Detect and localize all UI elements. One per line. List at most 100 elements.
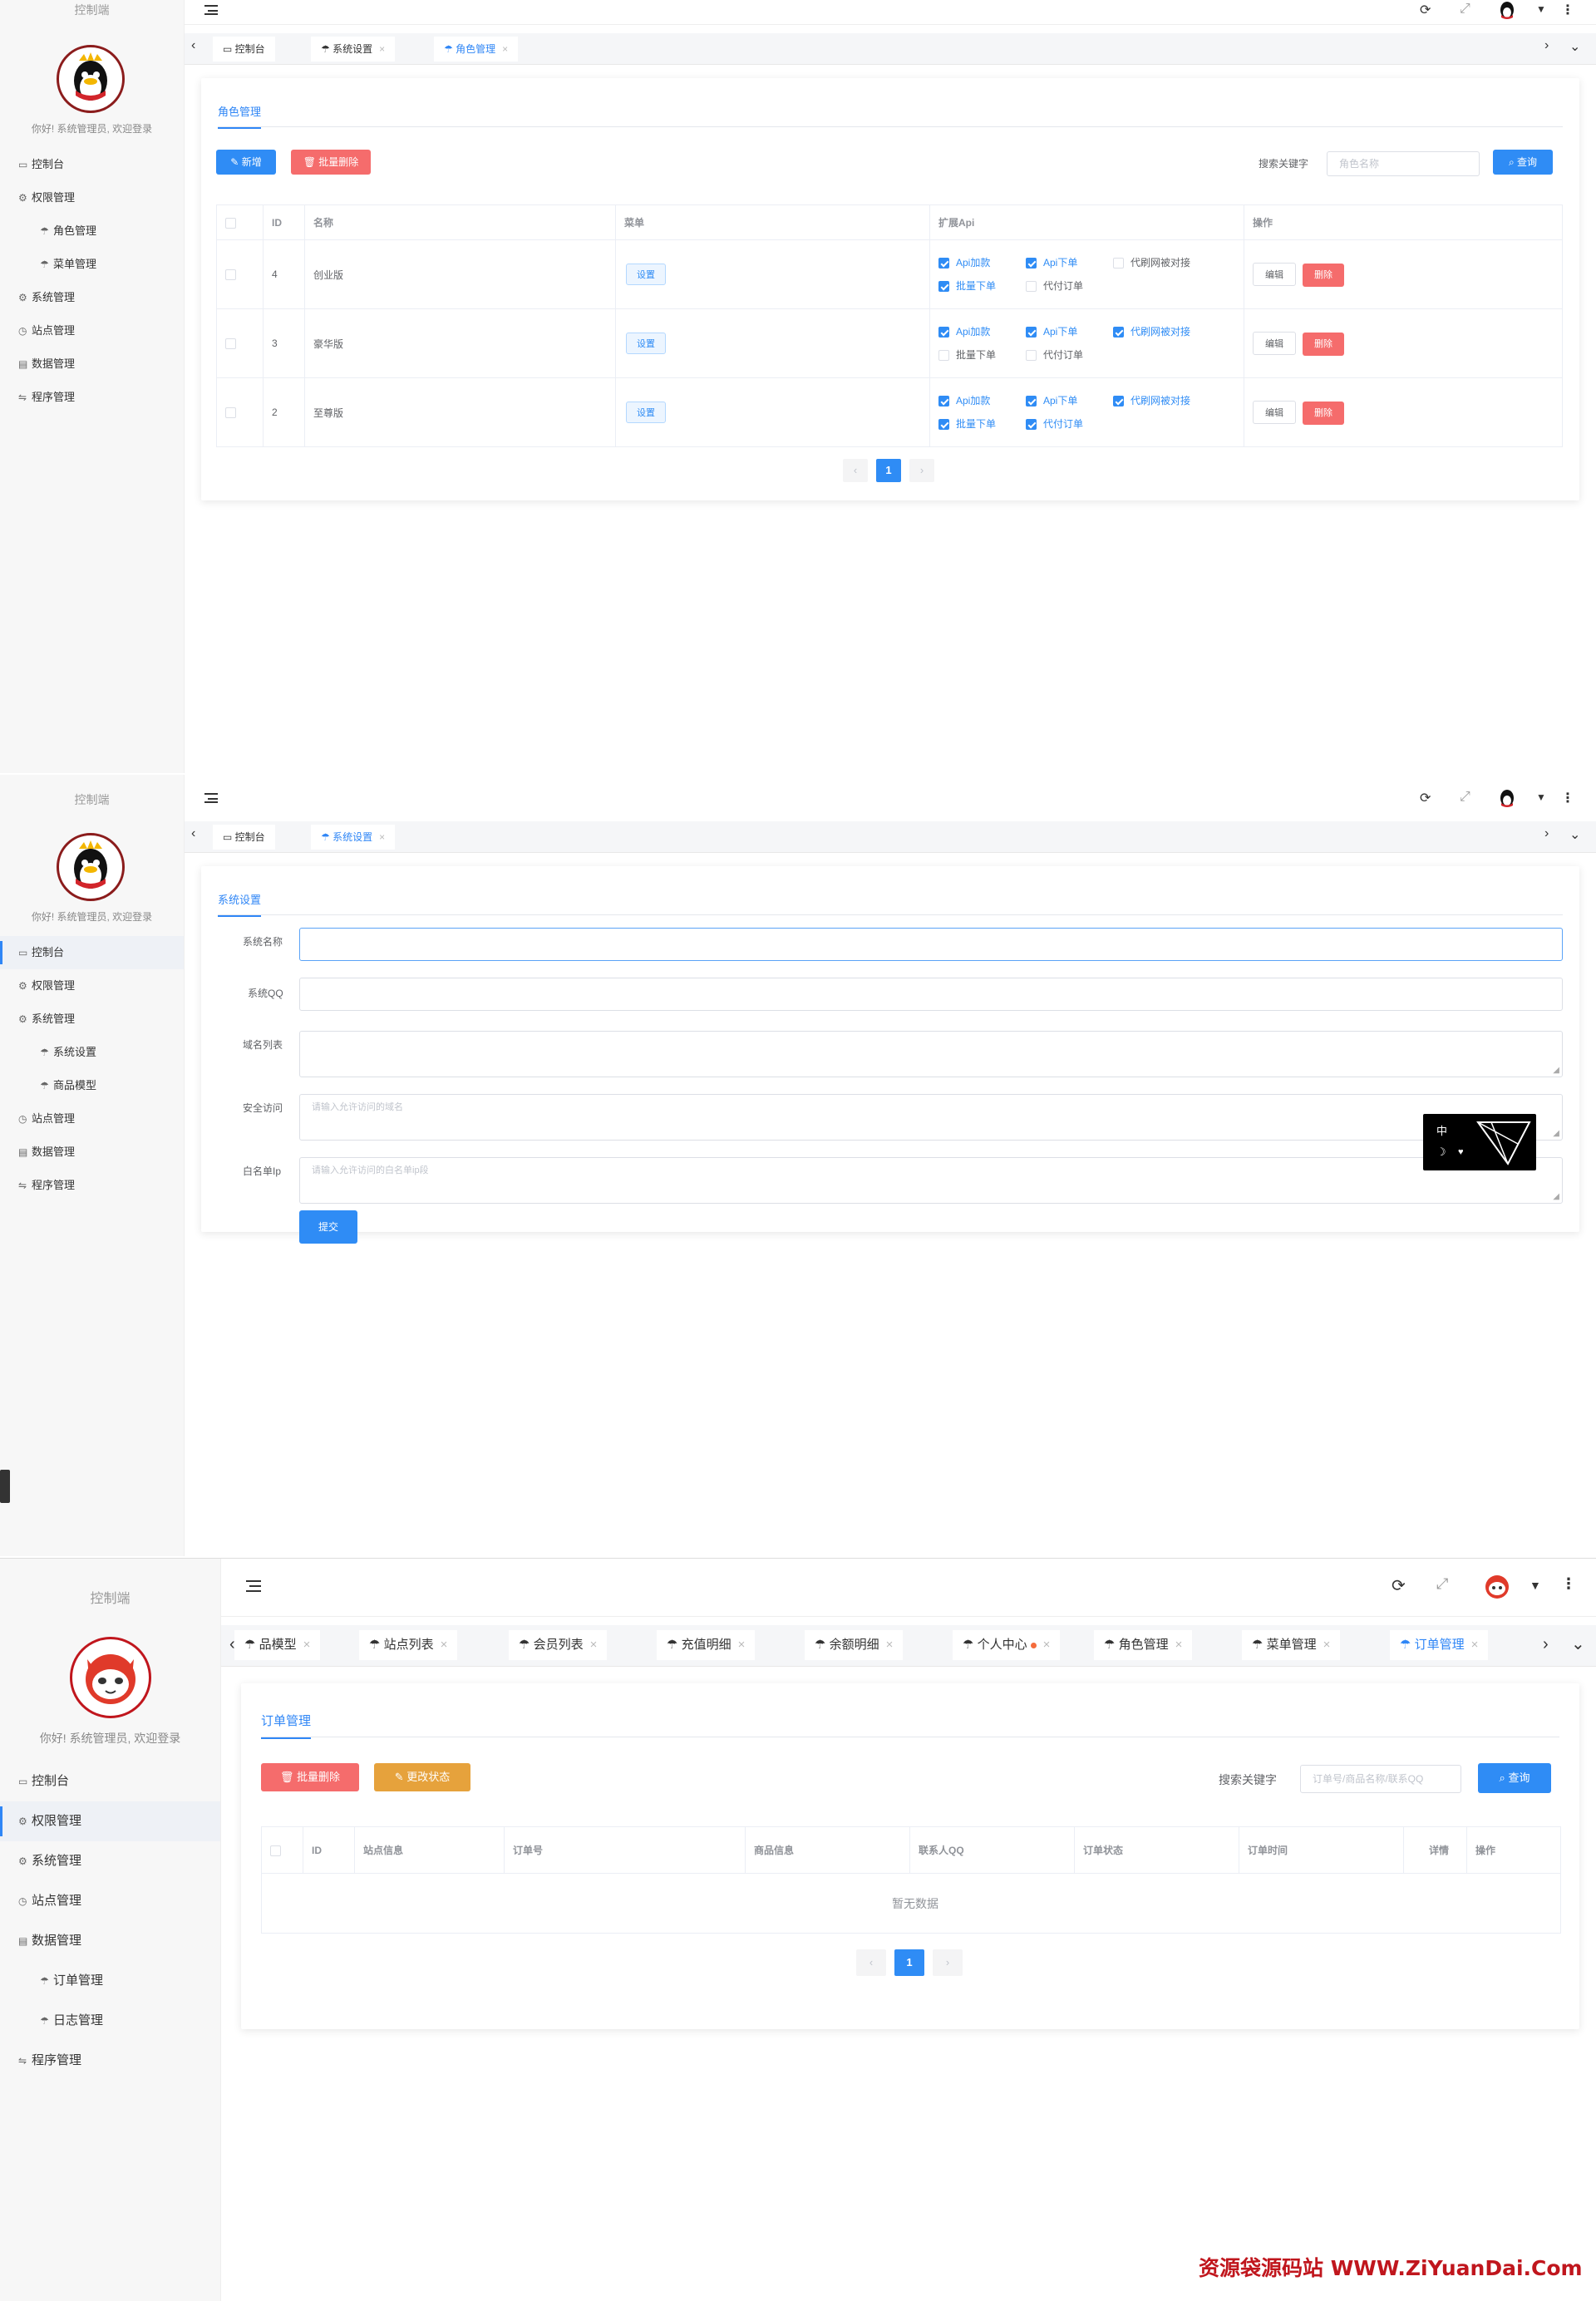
sidebar-item-7[interactable]: ⇋ 程序管理 [0,2041,220,2081]
api-option[interactable]: 代付订单 [1026,412,1113,436]
api-checkbox[interactable] [1113,258,1124,269]
search-input[interactable]: 订单号/商品名称/联系QQ [1300,1765,1461,1793]
tab-7[interactable]: ☂ 菜单管理 × [1242,1630,1341,1660]
tabs-scroll-right-icon[interactable]: › [1544,826,1549,841]
api-checkbox[interactable] [1026,258,1037,269]
api-option[interactable]: 批量下单 [938,343,1026,367]
delete-button[interactable]: 删除 [1303,401,1344,425]
tabs-scroll-right-icon[interactable]: › [1544,38,1549,53]
api-option[interactable]: 代刷网被对接 [1113,389,1200,412]
api-checkbox[interactable] [938,350,949,362]
api-option[interactable]: 代付订单 [1026,343,1113,367]
ime-floating-widget[interactable]: 中 ☽ ♥ [1423,1114,1536,1170]
api-option[interactable]: 代付订单 [1026,274,1113,298]
close-icon[interactable]: × [1471,1638,1479,1652]
sidebar-item-4[interactable]: ☂ 商品模型 [0,1069,184,1102]
close-icon[interactable]: × [1323,1638,1331,1652]
tab-0[interactable]: ▭ 控制台 [213,37,275,62]
tab-0[interactable]: ☂ 品模型 × [234,1630,321,1660]
add-button[interactable]: ✎ 新增 [216,150,276,175]
fullscreen-icon[interactable]: ⤢ [1436,1575,1448,1593]
tab-2[interactable]: ☂ 会员列表 × [509,1630,608,1660]
api-option[interactable]: 代刷网被对接 [1113,320,1200,343]
domain-list-textarea[interactable]: ◢ [299,1031,1563,1077]
query-button[interactable]: ⌕ 查询 [1493,150,1553,175]
more-vertical-icon[interactable]: ⋮ [1561,790,1574,806]
tab-1[interactable]: ☂ 系统设置 × [311,37,396,62]
sidebar-item-0[interactable]: ▭ 控制台 [0,148,184,181]
sidebar-item-3[interactable]: ☂ 系统设置 [0,1036,184,1069]
tabs-scroll-left-icon[interactable]: ‹ [191,38,195,53]
sidebar-item-0[interactable]: ▭ 控制台 [0,1761,220,1801]
menu-settings-button[interactable]: 设置 [626,264,666,285]
close-icon[interactable]: × [379,831,385,843]
close-icon[interactable]: × [303,1638,311,1652]
api-checkbox[interactable] [1113,396,1124,407]
select-all-checkbox[interactable] [270,1845,281,1856]
sidebar-item-1[interactable]: ⚙ 权限管理 [0,181,184,214]
close-icon[interactable]: × [738,1638,746,1652]
sidebar-item-5[interactable]: ☂ 订单管理 [0,1961,220,2001]
api-checkbox[interactable] [1026,396,1037,407]
close-icon[interactable]: × [1175,1638,1183,1652]
close-icon[interactable]: × [1043,1638,1051,1652]
sidebar-item-3[interactable]: ☂ 菜单管理 [0,248,184,281]
api-option[interactable]: Api下单 [1026,251,1113,274]
sidebar-item-4[interactable]: ▤ 数据管理 [0,1921,220,1961]
refresh-icon[interactable]: ⟳ [1420,790,1431,806]
api-option[interactable]: Api下单 [1026,320,1113,343]
fullscreen-icon[interactable]: ⤢ [1460,790,1470,805]
edit-button[interactable]: 编辑 [1253,331,1296,355]
sidebar-item-3[interactable]: ◷ 站点管理 [0,1881,220,1921]
page-prev-button[interactable]: ‹ [856,1949,886,1976]
menu-toggle-icon[interactable] [204,5,218,15]
change-status-button[interactable]: ✎ 更改状态 [374,1763,470,1791]
tab-6[interactable]: ☂ 角色管理 × [1094,1630,1193,1660]
tabs-scroll-right-icon[interactable]: › [1543,1635,1549,1654]
tab-0[interactable]: ▭ 控制台 [213,825,275,850]
sidebar-item-5[interactable]: ◷ 站点管理 [0,1102,184,1136]
api-option[interactable]: 批量下单 [938,412,1026,436]
sidebar-item-2[interactable]: ⚙ 系统管理 [0,1841,220,1881]
sidebar-item-6[interactable]: ▤ 数据管理 [0,347,184,381]
menu-settings-button[interactable]: 设置 [626,402,666,423]
api-option[interactable]: Api加款 [938,389,1026,412]
sidebar-item-1[interactable]: ⚙ 权限管理 [0,969,184,1003]
system-qq-input[interactable] [299,978,1563,1011]
menu-settings-button[interactable]: 设置 [626,333,666,354]
sidebar-item-7[interactable]: ⇋ 程序管理 [0,381,184,414]
sidebar-item-5[interactable]: ◷ 站点管理 [0,314,184,347]
api-checkbox[interactable] [1026,419,1037,431]
tab-5[interactable]: ☂ 个人中心 × [953,1630,1061,1660]
system-name-input[interactable] [299,928,1563,961]
whitelist-ip-textarea[interactable]: 请输入允许访问的白名单ip段 ◢ [299,1157,1563,1204]
api-checkbox[interactable] [938,327,949,338]
close-icon[interactable]: × [379,43,385,55]
api-checkbox[interactable] [938,258,949,269]
tab-3[interactable]: ☂ 充值明细 × [657,1630,756,1660]
batch-delete-button[interactable]: 🗑 批量删除 [261,1763,359,1791]
row-checkbox[interactable] [225,269,236,281]
search-input[interactable]: 角色名称 [1327,151,1480,176]
chevron-down-icon[interactable]: ⌄ [1571,1633,1585,1654]
api-option[interactable]: Api加款 [938,251,1026,274]
page-next-button[interactable]: › [933,1949,963,1976]
close-icon[interactable]: × [502,43,508,55]
page-prev-button[interactable]: ‹ [843,459,868,482]
more-vertical-icon[interactable]: ⋮ [1561,2,1574,18]
batch-delete-button[interactable]: 🗑 批量删除 [291,150,371,175]
api-checkbox[interactable] [1026,350,1037,362]
close-icon[interactable]: × [886,1638,894,1652]
sidebar-item-0[interactable]: ▭ 控制台 [0,936,184,969]
api-checkbox[interactable] [1026,281,1037,293]
api-option[interactable]: Api加款 [938,320,1026,343]
api-checkbox[interactable] [1026,327,1037,338]
page-next-button[interactable]: › [909,459,934,482]
edit-button[interactable]: 编辑 [1253,400,1296,424]
submit-button[interactable]: 提交 [299,1210,357,1244]
sidebar-item-4[interactable]: ⚙ 系统管理 [0,281,184,314]
api-checkbox[interactable] [938,281,949,293]
sidebar-item-6[interactable]: ☂ 日志管理 [0,2001,220,2041]
query-button[interactable]: ⌕ 查询 [1478,1763,1551,1793]
tab-8[interactable]: ☂ 订单管理 × [1390,1630,1489,1660]
